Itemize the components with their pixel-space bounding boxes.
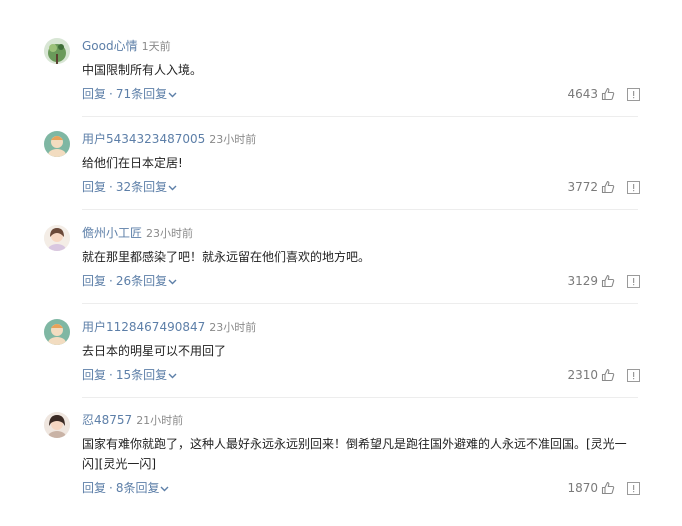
separator: · [109,481,113,495]
avatar[interactable] [44,225,70,251]
timestamp: 21小时前 [136,414,184,427]
separator: · [109,87,113,101]
comment-actions: 回复 · 71条回复 [82,86,177,102]
view-replies-button[interactable]: 8条回复 [116,481,170,495]
comment-stats: 4643 [567,86,640,102]
replies-count: 71条回复 [115,87,168,101]
comment-actions: 回复 · 32条回复 [82,179,177,195]
like-count: 2310 [567,368,598,382]
reply-button[interactable]: 回复 [82,180,106,194]
like-count: 1870 [567,481,598,495]
replies-count: 8条回复 [115,481,160,495]
comment-actions: 回复 · 8条回复 [82,480,169,496]
comment-text: 中国限制所有人入境。 [82,63,203,77]
replies-count: 26条回复 [115,274,168,288]
avatar[interactable] [44,38,70,64]
replies-count: 15条回复 [115,368,168,382]
chevron-down-icon [160,486,169,491]
comment-stats: 3129 [567,273,640,289]
comment-meta: 用户1128467490847 23小时前 [82,319,256,335]
view-replies-button[interactable]: 32条回复 [116,180,177,194]
portrait-avatar-icon [44,225,70,251]
reply-button[interactable]: 回复 [82,368,106,382]
view-replies-button[interactable]: 15条回复 [116,368,177,382]
report-icon[interactable] [627,274,640,288]
username[interactable]: 忍48757 [82,413,132,427]
chevron-down-icon [168,185,177,190]
like-count: 4643 [567,87,598,101]
comment-stats: 1870 [567,480,640,496]
timestamp: 1天前 [141,40,171,53]
view-replies-button[interactable]: 26条回复 [116,274,177,288]
username[interactable]: Good心情 [82,39,138,53]
chevron-down-icon [168,92,177,97]
default-avatar-icon [44,131,70,157]
comment-meta: 儋州小工匠 23小时前 [82,225,193,241]
separator: · [109,180,113,194]
divider [82,116,638,117]
reply-button[interactable]: 回复 [82,274,106,288]
reply-button[interactable]: 回复 [82,87,106,101]
avatar[interactable] [44,412,70,438]
chevron-down-icon [168,279,177,284]
report-icon[interactable] [627,481,640,495]
green-plant-avatar-icon [44,38,70,64]
divider [82,397,638,398]
comment-meta: 用户5434323487005 23小时前 [82,131,256,147]
thumbs-up-icon[interactable] [601,481,615,495]
comment-text: 给他们在日本定居! [82,156,183,170]
comment-stats: 3772 [567,179,640,195]
separator: · [109,274,113,288]
divider [82,303,638,304]
portrait-avatar-2-icon [44,412,70,438]
avatar[interactable] [44,319,70,345]
comment-text: 去日本的明星可以不用回了 [82,344,227,358]
username[interactable]: 用户1128467490847 [82,320,205,334]
timestamp: 23小时前 [146,227,194,240]
thumbs-up-icon[interactable] [601,87,615,101]
comment-actions: 回复 · 26条回复 [82,273,177,289]
replies-count: 32条回复 [115,180,168,194]
timestamp: 23小时前 [209,133,257,146]
report-icon[interactable] [627,180,640,194]
comment-meta: Good心情 1天前 [82,38,171,54]
comment-actions: 回复 · 15条回复 [82,367,177,383]
timestamp: 23小时前 [209,321,257,334]
divider [82,209,638,210]
comment-list: Good心情 1天前 中国限制所有人入境。 回复 · 71条回复 4643 用户543… [0,0,682,526]
comment-stats: 2310 [567,367,640,383]
chevron-down-icon [168,373,177,378]
thumbs-up-icon[interactable] [601,180,615,194]
avatar[interactable] [44,131,70,157]
comment-meta: 忍48757 21小时前 [82,412,183,428]
thumbs-up-icon[interactable] [601,368,615,382]
comment-text: 国家有难你就跑了，这种人最好永远永远别回来！倒希望凡是跑往国外避难的人永远不准回… [82,437,627,471]
view-replies-button[interactable]: 71条回复 [116,87,177,101]
default-avatar-icon [44,319,70,345]
thumbs-up-icon[interactable] [601,274,615,288]
comment-text: 就在那里都感染了吧！就永远留在他们喜欢的地方吧。 [82,250,371,264]
username[interactable]: 儋州小工匠 [82,226,142,240]
reply-button[interactable]: 回复 [82,481,106,495]
report-icon[interactable] [627,87,640,101]
separator: · [109,368,113,382]
like-count: 3772 [567,180,598,194]
username[interactable]: 用户5434323487005 [82,132,205,146]
like-count: 3129 [567,274,598,288]
report-icon[interactable] [627,368,640,382]
